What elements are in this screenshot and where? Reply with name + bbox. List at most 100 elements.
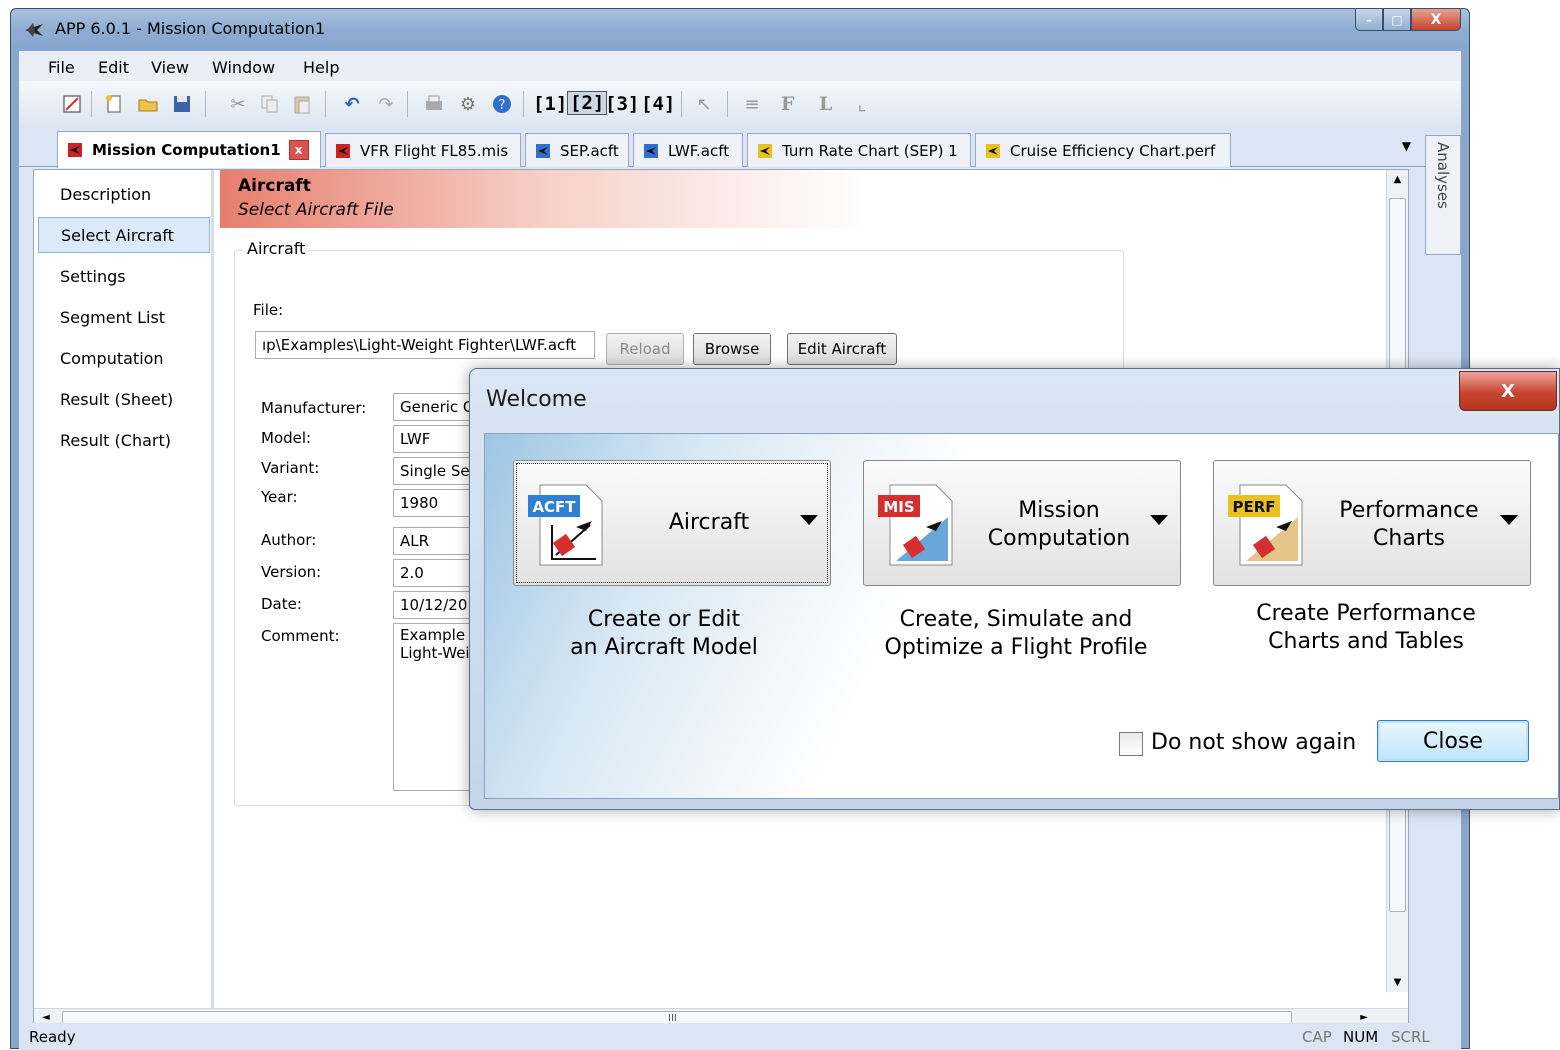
caption-line: Create or Edit <box>587 607 741 632</box>
reload-button[interactable]: Reload <box>606 333 684 365</box>
view-4-button[interactable]: [4] <box>641 93 675 115</box>
close-tab-icon[interactable]: x <box>288 140 309 160</box>
save-icon[interactable] <box>171 93 193 115</box>
nav-description[interactable]: Description <box>38 176 210 212</box>
new-analysis-icon[interactable] <box>61 93 83 115</box>
svg-text:MIS: MIS <box>883 498 914 516</box>
tab-vfr-flight[interactable]: VFR Flight FL85.mis <box>325 133 521 167</box>
minimize-button[interactable]: – <box>1355 9 1383 31</box>
mission-button-label: Mission Computation <box>964 497 1154 553</box>
menu-window[interactable]: Window <box>212 58 275 77</box>
nav-result-sheet[interactable]: Result (Sheet) <box>38 381 210 417</box>
svg-text:PERF: PERF <box>1232 498 1275 516</box>
nav-segment-list[interactable]: Segment List <box>38 299 210 335</box>
print-icon[interactable] <box>423 93 445 115</box>
view-2-button[interactable]: [2] <box>567 91 608 115</box>
manufacturer-label: Manufacturer: <box>261 399 367 417</box>
redo-icon[interactable]: ↷ <box>375 93 397 115</box>
caption-line: Create, Simulate and <box>899 607 1133 632</box>
perf-chart-icon <box>986 143 1000 158</box>
mission-file-icon <box>336 143 350 158</box>
f-button[interactable]: F <box>781 93 795 115</box>
tab-lwf-acft[interactable]: LWF.acft <box>633 133 743 167</box>
title-bar[interactable]: APP 6.0.1 - Mission Computation1 – □ X <box>11 9 1469 51</box>
nav-select-aircraft[interactable]: Select Aircraft <box>38 217 210 253</box>
perf-doc-icon: PERF <box>1228 484 1303 566</box>
cap-indicator: CAP <box>1302 1028 1332 1046</box>
aircraft-file-icon <box>644 143 658 158</box>
aircraft-button[interactable]: ACFT Aircraft <box>513 460 831 586</box>
caption-line: an Aircraft Model <box>570 635 758 660</box>
caption-buttons: – □ X <box>1355 9 1461 31</box>
menu-edit[interactable]: Edit <box>98 58 129 77</box>
tab-label: LWF.acft <box>668 141 730 160</box>
nav-computation[interactable]: Computation <box>38 340 210 376</box>
nav-settings[interactable]: Settings <box>38 258 210 294</box>
tab-turn-rate-chart[interactable]: Turn Rate Chart (SEP) 1 <box>747 133 971 167</box>
undo-icon[interactable]: ↶ <box>341 93 363 115</box>
list-icon[interactable]: ≡ <box>741 93 763 115</box>
dialog-close-x-button[interactable]: X <box>1459 371 1557 411</box>
do-not-show-checkbox[interactable] <box>1119 732 1143 756</box>
mission-file-icon <box>68 143 82 157</box>
view-1-button[interactable]: [1] <box>533 93 567 115</box>
section-title: Aircraft <box>238 176 311 196</box>
dialog-body: ACFT Aircraft MIS Mission Computation PE… <box>484 433 1559 799</box>
new-file-icon[interactable] <box>103 93 125 115</box>
scroll-down-icon[interactable]: ▼ <box>1387 977 1408 988</box>
close-button[interactable]: Close <box>1377 720 1529 762</box>
scroll-up-icon[interactable]: ▲ <box>1387 174 1408 185</box>
tab-cruise-efficiency-chart[interactable]: Cruise Efficiency Chart.perf <box>975 133 1231 167</box>
curve-icon[interactable]: ⌞ <box>851 93 873 115</box>
file-path-field[interactable]: ıp\Examples\Light-Weight Fighter\LWF.acf… <box>255 331 595 359</box>
scroll-left-icon[interactable]: ◄ <box>42 1012 50 1023</box>
version-label: Version: <box>261 563 322 581</box>
tab-label: VFR Flight FL85.mis <box>360 141 509 160</box>
tab-mission-computation1[interactable]: Mission Computation1 x <box>57 131 321 168</box>
label-line: Mission <box>1018 498 1100 523</box>
caption-line: Charts and Tables <box>1268 629 1464 654</box>
cut-icon[interactable]: ✂ <box>227 93 249 115</box>
tab-label: Mission Computation1 <box>92 141 281 159</box>
menu-view[interactable]: View <box>151 58 189 77</box>
copy-icon[interactable] <box>259 93 281 115</box>
aircraft-button-label: Aircraft <box>668 510 750 535</box>
view-3-button[interactable]: [3] <box>605 93 639 115</box>
dropdown-arrow-icon[interactable] <box>1150 515 1168 525</box>
pointer-tool-icon[interactable]: ↖ <box>693 93 715 115</box>
do-not-show-label[interactable]: Do not show again <box>1151 730 1356 755</box>
svg-text:ACFT: ACFT <box>532 498 576 516</box>
menu-file[interactable]: File <box>48 58 75 77</box>
file-label: File: <box>253 301 284 319</box>
performance-charts-button[interactable]: PERF Performance Charts <box>1213 460 1531 586</box>
section-subtitle: Select Aircraft File <box>238 200 394 220</box>
tab-label: SEP.acft <box>560 141 619 160</box>
open-folder-icon[interactable] <box>137 93 159 115</box>
aircraft-file-icon <box>536 143 550 158</box>
browse-button[interactable]: Browse <box>693 333 771 365</box>
dropdown-arrow-icon[interactable] <box>1500 515 1518 525</box>
status-bar: Ready CAP NUM SCRL <box>19 1023 1461 1050</box>
mission-caption: Create, Simulate and Optimize a Flight P… <box>851 606 1181 662</box>
tab-sep-acft[interactable]: SEP.acft <box>525 133 629 167</box>
scroll-right-icon[interactable]: ► <box>1360 1012 1368 1023</box>
help-icon[interactable]: ? <box>491 93 513 115</box>
mission-computation-button[interactable]: MIS Mission Computation <box>863 460 1181 586</box>
paste-icon[interactable] <box>291 93 313 115</box>
close-window-button[interactable]: X <box>1411 9 1461 31</box>
edit-aircraft-button[interactable]: Edit Aircraft <box>787 333 897 365</box>
label-line: Performance <box>1339 498 1479 523</box>
aircraft-caption: Create or Edit an Aircraft Model <box>499 606 829 662</box>
window-title: APP 6.0.1 - Mission Computation1 <box>55 19 326 38</box>
l-button[interactable]: L <box>819 93 832 115</box>
maximize-button[interactable]: □ <box>1383 9 1411 31</box>
dropdown-arrow-icon[interactable] <box>800 515 818 525</box>
menu-help[interactable]: Help <box>303 58 339 77</box>
label-line: Computation <box>987 526 1131 551</box>
nav-result-chart[interactable]: Result (Chart) <box>38 422 210 458</box>
analyses-side-panel[interactable]: Analyses <box>1425 135 1461 255</box>
scrl-indicator: SCRL <box>1391 1028 1430 1046</box>
document-tabs: Mission Computation1 x VFR Flight FL85.m… <box>19 127 1461 168</box>
tab-overflow-icon[interactable]: ▼ <box>1402 139 1411 153</box>
settings-gear-icon[interactable]: ⚙ <box>457 93 479 115</box>
